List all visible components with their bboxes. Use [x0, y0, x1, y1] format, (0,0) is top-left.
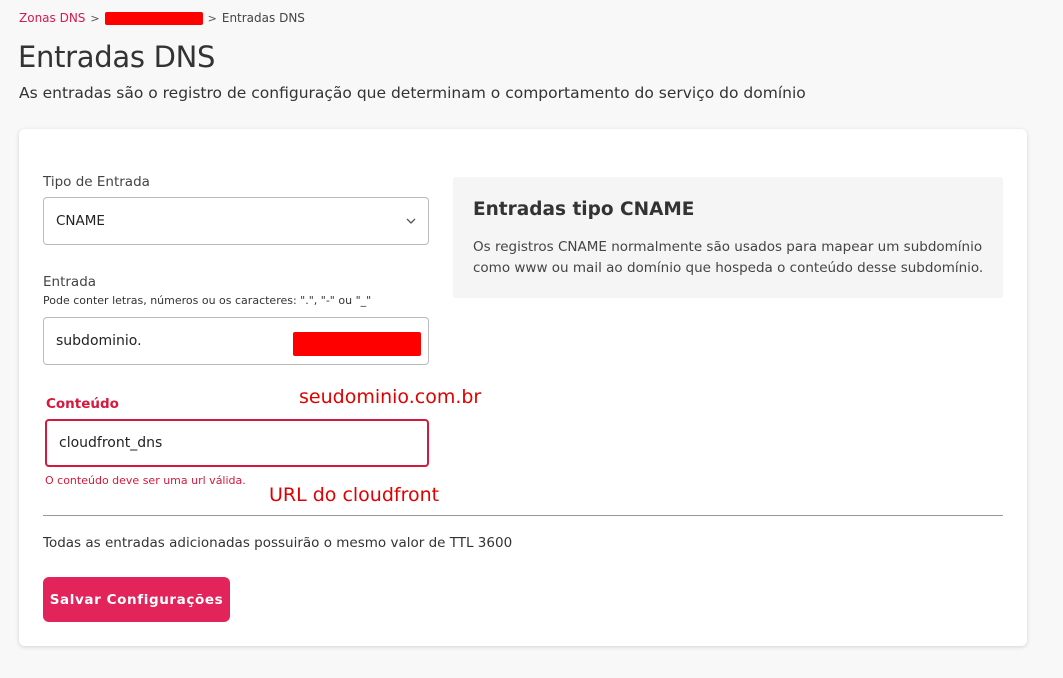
entry-type-select[interactable]: CNAME: [43, 197, 429, 245]
breadcrumb-current: Entradas DNS: [221, 11, 305, 25]
info-text: Os registros CNAME normalmente são usado…: [473, 239, 984, 276]
info-title: Entradas tipo CNAME: [473, 199, 695, 220]
save-button[interactable]: Salvar Configurações: [43, 577, 230, 622]
entry-type-value: CNAME: [56, 213, 105, 229]
entry-label: Entrada: [43, 274, 97, 290]
annotation-domain: seudominio.com.br: [299, 386, 482, 408]
content-label: Conteúdo: [46, 396, 119, 412]
breadcrumb-link-zonas-dns[interactable]: Zonas DNS: [19, 11, 85, 25]
chevron-down-icon: [406, 218, 416, 224]
page-title: Entradas DNS: [18, 40, 216, 74]
content-input-value: cloudfront_dns: [59, 435, 163, 451]
ttl-note: Todas as entradas adicionadas possuirão …: [43, 535, 513, 551]
chevron-right-icon: >: [90, 11, 100, 25]
dns-entry-form-card: Tipo de Entrada CNAME Entrada Pode conte…: [19, 129, 1027, 646]
content-error-message: O conteúdo deve ser uma url válida.: [45, 474, 246, 487]
cname-info-panel: Entradas tipo CNAME Os registros CNAME n…: [453, 177, 1003, 298]
page-subtitle: As entradas são o registro de configuraç…: [19, 84, 806, 102]
divider: [43, 515, 1003, 516]
entry-type-label: Tipo de Entrada: [43, 174, 150, 190]
breadcrumb: Zonas DNS > > Entradas DNS: [19, 10, 305, 26]
annotation-cloudfront: URL do cloudfront: [269, 484, 440, 506]
content-input[interactable]: cloudfront_dns: [45, 419, 429, 467]
breadcrumb-redacted-domain[interactable]: [104, 11, 203, 25]
chevron-right-icon: >: [207, 11, 217, 25]
redacted-domain-suffix: [293, 332, 421, 356]
entry-input-value: subdominio.: [56, 333, 142, 349]
entry-hint: Pode conter letras, números ou os caract…: [43, 294, 372, 307]
